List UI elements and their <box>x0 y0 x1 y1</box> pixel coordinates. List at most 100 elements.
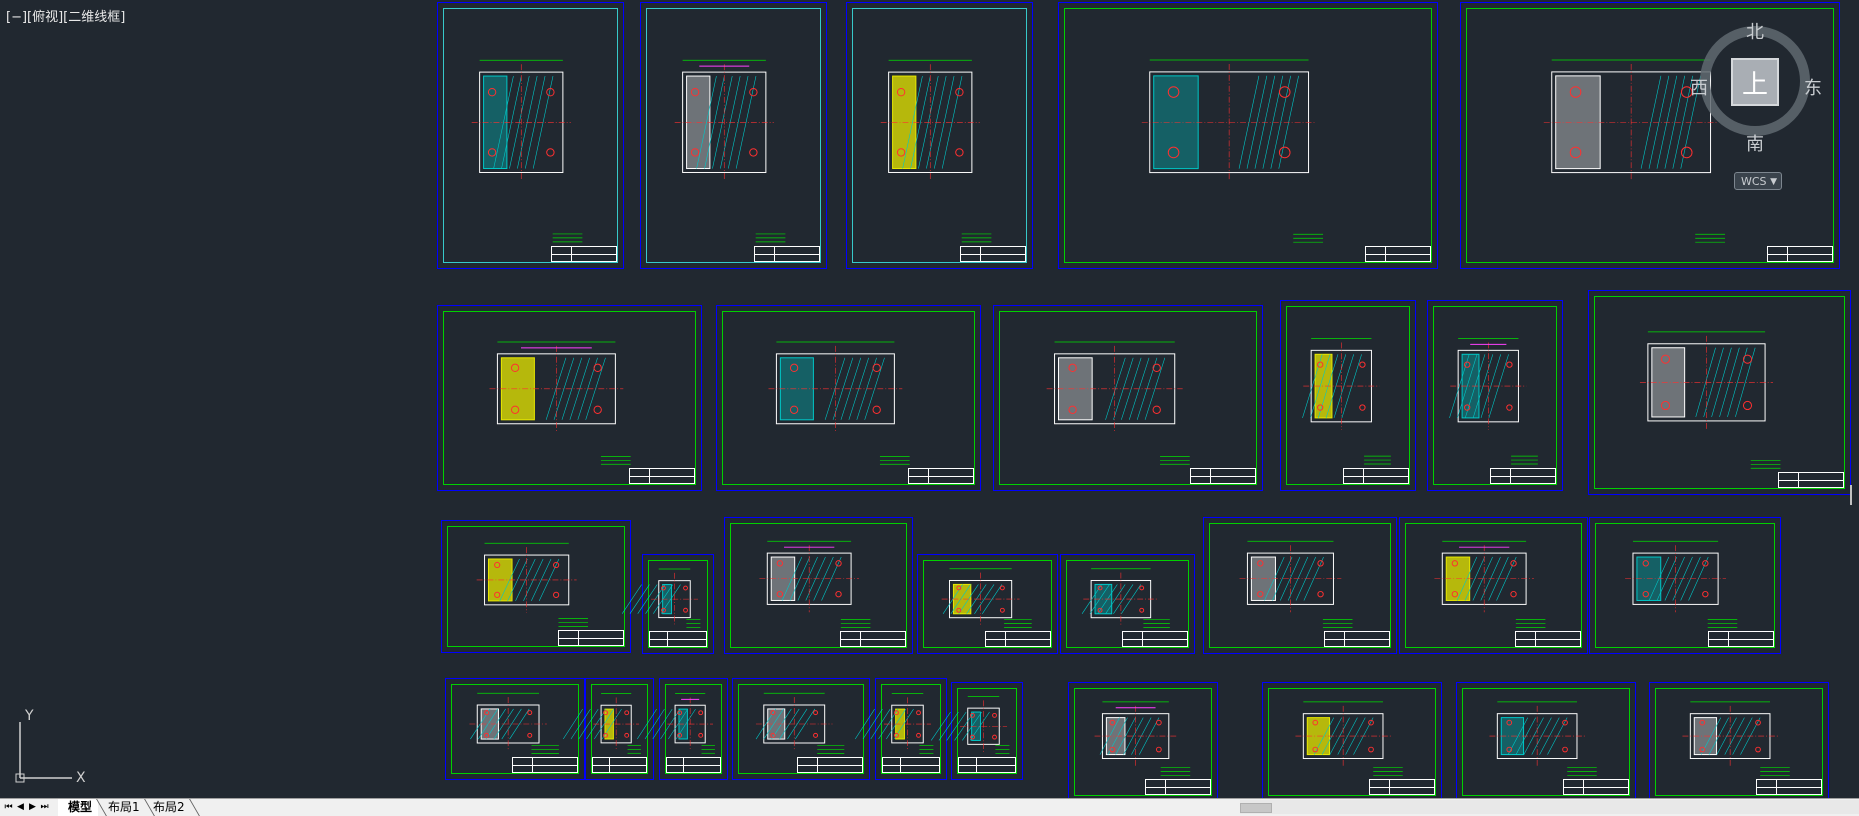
hole <box>1359 361 1366 368</box>
sheet-geometry <box>471 59 583 243</box>
hole <box>683 607 688 613</box>
drawing-sheet[interactable] <box>621 554 714 654</box>
drawing-sheet[interactable] <box>1068 682 1218 798</box>
hole <box>999 585 1005 591</box>
sheet-geometry <box>1046 341 1190 465</box>
drawing-sheet[interactable] <box>437 305 702 491</box>
drawing-sheet[interactable] <box>441 520 631 653</box>
horizontal-scrollbar-thumb[interactable] <box>1240 803 1272 813</box>
drawing-sheet[interactable] <box>1456 682 1636 798</box>
hole <box>1139 607 1145 613</box>
drawing-sheet[interactable] <box>1203 517 1397 654</box>
drawing-sheet[interactable] <box>724 517 913 654</box>
sheet-geometry <box>1682 701 1790 776</box>
hole <box>683 585 688 591</box>
hole <box>992 712 997 718</box>
drawing-sheet[interactable] <box>445 678 585 780</box>
drawing-sheet[interactable] <box>917 554 1058 654</box>
ucs-icon: Y X <box>14 708 94 786</box>
drawing-sheet[interactable] <box>732 678 870 780</box>
hole <box>1278 146 1291 159</box>
drawing-sheet[interactable] <box>716 305 981 491</box>
sheet-geometry <box>563 693 641 754</box>
sheet-geometry <box>755 692 845 754</box>
previous-tab-icon[interactable]: ◀ <box>15 801 26 813</box>
sheet-geometry <box>1081 568 1170 628</box>
sheet-geometry <box>854 693 934 754</box>
hole <box>955 148 964 157</box>
hole <box>999 607 1005 613</box>
sheet-geometry <box>759 540 871 628</box>
viewcube[interactable]: 上 北 南 东 西 WCS ▼ <box>1690 18 1826 190</box>
drawing-sheet[interactable] <box>1589 517 1781 654</box>
hole <box>1156 719 1162 726</box>
wcs-menu-button[interactable]: WCS ▼ <box>1734 172 1782 190</box>
drawing-sheet[interactable] <box>930 682 1023 780</box>
hole <box>1562 746 1568 753</box>
sheet-geometry <box>941 568 1032 628</box>
model-viewport[interactable]: [−][俯视][二维线框] 上 北 南 东 西 WCS ▼ Y X <box>0 0 1859 798</box>
drawing-sheet[interactable] <box>854 678 947 780</box>
sheet-geometry <box>489 341 631 465</box>
hole <box>1742 354 1753 364</box>
viewcube-top-face[interactable]: 上 <box>1731 58 1779 106</box>
horizontal-scrollbar[interactable] <box>1240 800 1859 814</box>
sheet-geometry <box>1295 701 1403 776</box>
drawing-sheet[interactable] <box>1588 290 1851 495</box>
hole <box>698 732 704 738</box>
sheet-geometry <box>1489 701 1597 776</box>
viewport-controls-label[interactable]: [−][俯视][二维线框] <box>6 6 125 25</box>
hole <box>527 710 533 716</box>
hole <box>1152 405 1161 414</box>
sheet-geometry <box>1302 338 1391 465</box>
drawing-sheet[interactable] <box>640 2 827 269</box>
section-hatch <box>1058 357 1093 421</box>
sheet-geometry <box>880 59 992 243</box>
compass-north[interactable]: 北 <box>1746 18 1764 44</box>
sheet-geometry <box>674 59 786 243</box>
drawing-sheet[interactable] <box>1649 682 1829 798</box>
sheet-geometry <box>1639 331 1781 469</box>
tab-layout-2[interactable]: 布局2 <box>143 799 191 816</box>
hole <box>813 732 819 738</box>
hole <box>1506 361 1513 368</box>
hole <box>1510 590 1517 598</box>
drawing-sheet[interactable] <box>437 2 624 269</box>
hole <box>916 710 921 716</box>
last-tab-icon[interactable]: ⏭ <box>39 801 50 813</box>
hole <box>624 732 630 738</box>
drawing-sheet[interactable] <box>1262 682 1442 798</box>
drawing-sheet[interactable] <box>1280 300 1416 491</box>
sheet-geometry <box>1141 59 1324 243</box>
ucs-y-label: Y <box>24 708 34 724</box>
drawing-sheet[interactable] <box>1060 554 1195 654</box>
compass-west[interactable]: 西 <box>1690 74 1708 100</box>
tab-layout-1[interactable]: 布局1 <box>98 799 146 816</box>
sheet-geometry <box>621 568 701 628</box>
drawing-sheet[interactable] <box>1427 300 1563 491</box>
sheet-geometry <box>1434 540 1546 628</box>
tab-model[interactable]: 模型 <box>58 799 99 816</box>
hole <box>624 710 630 716</box>
hole <box>1680 146 1693 159</box>
sheet-geometry <box>1449 338 1538 465</box>
vertical-scroll-marker[interactable] <box>1850 485 1852 505</box>
hole <box>1702 590 1709 598</box>
drawing-sheet[interactable] <box>637 678 728 780</box>
sheet-geometry <box>1625 540 1738 628</box>
hole <box>1317 590 1324 598</box>
drawing-sheet[interactable] <box>993 305 1263 491</box>
sheet-geometry <box>469 692 559 754</box>
drawing-sheet[interactable] <box>846 2 1033 269</box>
drawing-sheet[interactable] <box>1399 517 1588 654</box>
hole <box>1139 585 1145 591</box>
drawing-sheet[interactable] <box>1058 2 1438 269</box>
compass-south[interactable]: 南 <box>1746 130 1764 156</box>
sheet-geometry <box>1094 701 1191 776</box>
wcs-label: WCS <box>1741 175 1767 188</box>
compass-east[interactable]: 东 <box>1804 74 1822 100</box>
next-tab-icon[interactable]: ▶ <box>27 801 38 813</box>
hole <box>1278 86 1291 98</box>
hole <box>872 405 881 414</box>
first-tab-icon[interactable]: ⏮ <box>3 801 14 813</box>
